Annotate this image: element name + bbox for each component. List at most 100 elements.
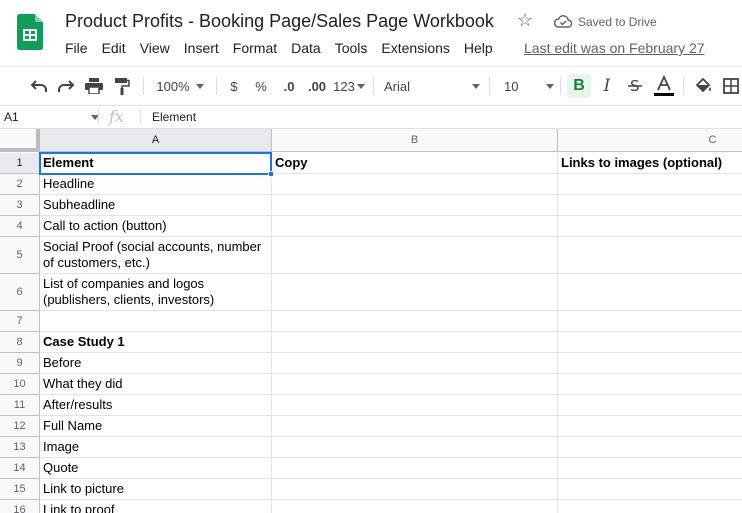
menu-help[interactable]: Help (457, 40, 500, 58)
cell-b15[interactable] (272, 479, 558, 500)
fill-color-icon[interactable] (692, 75, 714, 97)
row-header[interactable]: 16 (0, 500, 40, 513)
cell-a1[interactable]: Element (40, 153, 272, 174)
strikethrough-icon[interactable]: S (624, 75, 646, 97)
cell-c12[interactable] (558, 416, 742, 437)
menu-edit[interactable]: Edit (95, 40, 133, 58)
cell-b16[interactable] (272, 500, 558, 513)
zoom-select[interactable]: 100% (150, 75, 210, 97)
cell-b14[interactable] (272, 458, 558, 479)
fill-handle[interactable] (268, 171, 274, 177)
column-header-c[interactable]: C (558, 129, 742, 152)
row-header[interactable]: 9 (0, 353, 40, 374)
cell-c1[interactable]: Links to images (optional) (558, 153, 742, 174)
row-header[interactable]: 13 (0, 437, 40, 458)
cell-c8[interactable] (558, 332, 742, 353)
font-size-select[interactable]: 10 (498, 75, 554, 97)
row-header[interactable]: 11 (0, 395, 40, 416)
row-header[interactable]: 6 (0, 274, 40, 311)
menu-file[interactable]: File (58, 40, 95, 58)
cell-a7[interactable] (40, 311, 272, 332)
row-header[interactable]: 12 (0, 416, 40, 437)
cell-c10[interactable] (558, 374, 742, 395)
cell-c14[interactable] (558, 458, 742, 479)
row-header[interactable]: 3 (0, 195, 40, 216)
cell-b3[interactable] (272, 195, 558, 216)
cell-c6[interactable] (558, 274, 742, 311)
row-header[interactable]: 1 (0, 153, 40, 174)
more-formats-select[interactable]: 123 (332, 75, 366, 97)
cell-a9[interactable]: Before (40, 353, 272, 374)
row-header[interactable]: 2 (0, 174, 40, 195)
font-select[interactable]: Arial (384, 75, 480, 97)
select-all-corner[interactable] (0, 129, 40, 152)
cell-a2[interactable]: Headline (40, 174, 272, 195)
cell-c11[interactable] (558, 395, 742, 416)
cell-b12[interactable] (272, 416, 558, 437)
formula-input[interactable]: Element (152, 110, 196, 124)
italic-button[interactable]: I (597, 75, 617, 97)
increase-decimal-button[interactable]: .00 (303, 75, 331, 97)
cell-a6[interactable]: List of companies and logos (publishers,… (40, 274, 272, 311)
cell-a11[interactable]: After/results (40, 395, 272, 416)
row-header[interactable]: 7 (0, 311, 40, 332)
cell-b9[interactable] (272, 353, 558, 374)
percent-format-button[interactable]: % (251, 75, 271, 97)
cell-a16[interactable]: Link to proof (40, 500, 272, 513)
cell-a15[interactable]: Link to picture (40, 479, 272, 500)
menu-data[interactable]: Data (284, 40, 328, 58)
column-header-a[interactable]: A (40, 129, 272, 152)
cell-a14[interactable]: Quote (40, 458, 272, 479)
cell-b10[interactable] (272, 374, 558, 395)
currency-format-button[interactable]: $ (224, 75, 244, 97)
document-title[interactable]: Product Profits - Booking Page/Sales Pag… (65, 11, 494, 32)
paint-format-icon[interactable] (111, 75, 133, 97)
menu-tools[interactable]: Tools (328, 40, 375, 58)
last-edit-link[interactable]: Last edit was on February 27 (524, 40, 705, 56)
cell-b5[interactable] (272, 237, 558, 274)
undo-icon[interactable] (28, 75, 50, 97)
cell-a8[interactable]: Case Study 1 (40, 332, 272, 353)
cell-c4[interactable] (558, 216, 742, 237)
menu-insert[interactable]: Insert (177, 40, 226, 58)
cell-b2[interactable] (272, 174, 558, 195)
row-header[interactable]: 14 (0, 458, 40, 479)
menu-extensions[interactable]: Extensions (374, 40, 456, 58)
cell-a5[interactable]: Social Proof (social accounts, number of… (40, 237, 272, 274)
cell-b8[interactable] (272, 332, 558, 353)
column-header-b[interactable]: B (272, 129, 558, 152)
bold-button[interactable]: B (567, 74, 591, 98)
cell-b6[interactable] (272, 274, 558, 311)
cell-b7[interactable] (272, 311, 558, 332)
cell-a4[interactable]: Call to action (button) (40, 216, 272, 237)
cell-c3[interactable] (558, 195, 742, 216)
decrease-decimal-button[interactable]: .0 (277, 75, 301, 97)
cloud-done-icon[interactable] (554, 14, 572, 28)
cell-c13[interactable] (558, 437, 742, 458)
cell-c16[interactable] (558, 500, 742, 513)
cell-b13[interactable] (272, 437, 558, 458)
name-box[interactable]: A1 (0, 106, 97, 128)
cell-b1[interactable]: Copy (272, 153, 558, 174)
row-header[interactable]: 10 (0, 374, 40, 395)
star-icon[interactable]: ☆ (517, 10, 533, 31)
cell-c2[interactable] (558, 174, 742, 195)
menu-view[interactable]: View (133, 40, 177, 58)
row-header[interactable]: 4 (0, 216, 40, 237)
cell-c9[interactable] (558, 353, 742, 374)
print-icon[interactable] (83, 75, 105, 97)
row-header[interactable]: 5 (0, 237, 40, 274)
cell-b4[interactable] (272, 216, 558, 237)
cell-c15[interactable] (558, 479, 742, 500)
row-header[interactable]: 8 (0, 332, 40, 353)
redo-icon[interactable] (55, 75, 77, 97)
cell-c7[interactable] (558, 311, 742, 332)
text-color-icon[interactable] (652, 75, 676, 97)
cell-a3[interactable]: Subheadline (40, 195, 272, 216)
borders-icon[interactable] (720, 75, 742, 97)
sheets-logo-icon[interactable] (17, 14, 43, 50)
cell-c5[interactable] (558, 237, 742, 274)
menu-format[interactable]: Format (226, 40, 284, 58)
row-header[interactable]: 15 (0, 479, 40, 500)
cell-a13[interactable]: Image (40, 437, 272, 458)
